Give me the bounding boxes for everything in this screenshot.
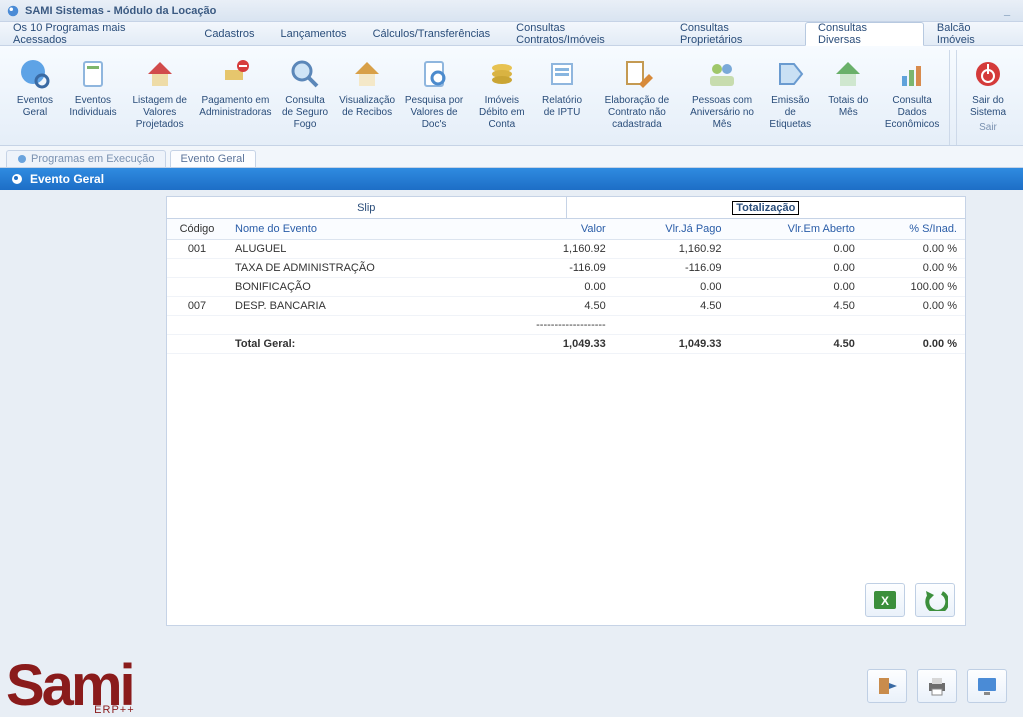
result-panel: Slip Totalização Código Nome do Evento V… <box>166 196 966 626</box>
col-valor[interactable]: Valor <box>477 219 614 240</box>
ribbon-pesquisa-valores[interactable]: Pesquisa por Valores de Doc's <box>398 52 471 143</box>
money-stack-icon <box>484 56 520 92</box>
document-tabs: Programas em Execução Evento Geral <box>0 146 1023 168</box>
titlebar: SAMI Sistemas - Módulo da Locação _ <box>0 0 1023 22</box>
ribbon-seguro-fogo[interactable]: Consulta de Seguro Fogo <box>273 52 336 143</box>
globe-search-icon <box>17 56 53 92</box>
document-pencil-icon <box>619 56 655 92</box>
ribbon-exit-caption: Sair <box>975 121 1001 134</box>
table-row[interactable]: 007 DESP. BANCARIA 4.50 4.50 4.50 0.00 % <box>167 297 965 316</box>
col-inad[interactable]: % S/Inad. <box>863 219 965 240</box>
tag-icon <box>772 56 808 92</box>
ribbon-etiquetas[interactable]: Emissão de Etiquetas <box>761 52 819 143</box>
people-icon <box>704 56 740 92</box>
magnifier-icon <box>287 56 323 92</box>
excel-icon: X <box>872 589 898 611</box>
exit-button[interactable] <box>867 669 907 703</box>
ribbon-listagem-valores[interactable]: Listagem de Valores Projetados <box>122 52 197 143</box>
brand-logo: Sami ERP++ <box>6 663 133 709</box>
house-coins-icon <box>830 56 866 92</box>
report-icon <box>544 56 580 92</box>
svg-text:X: X <box>881 594 889 608</box>
child-window-header: Evento Geral <box>0 168 1023 190</box>
ribbon-imoveis-debito[interactable]: Imóveis Débito em Conta <box>471 52 533 143</box>
house-document-icon <box>349 56 385 92</box>
child-window-title: Evento Geral <box>30 172 104 186</box>
document-search-icon <box>416 56 452 92</box>
col-nome[interactable]: Nome do Evento <box>227 219 477 240</box>
dot-icon <box>17 154 27 164</box>
ribbon: Eventos Geral Eventos Individuais Listag… <box>0 46 1023 146</box>
house-star-icon <box>142 56 178 92</box>
door-exit-icon <box>875 675 899 697</box>
back-arrow-icon <box>922 589 948 611</box>
ribbon-recibos[interactable]: Visualização de Recibos <box>337 52 398 143</box>
menu-diversas[interactable]: Consultas Diversas <box>805 22 924 46</box>
child-header-icon <box>10 172 24 186</box>
ribbon-sair[interactable]: Sair do Sistema <box>959 52 1017 121</box>
ribbon-elaboracao-contrato[interactable]: Elaboração de Contrato não cadastrada <box>591 52 683 143</box>
ribbon-pagamento[interactable]: Pagamento em Administradoras <box>197 52 273 143</box>
doc-tab-evento-geral[interactable]: Evento Geral <box>170 150 256 167</box>
tab-slip[interactable]: Slip <box>167 197 567 218</box>
menu-contratos[interactable]: Consultas Contratos/Imóveis <box>503 22 667 45</box>
ribbon-eventos-individuais[interactable]: Eventos Individuais <box>64 52 122 143</box>
ribbon-dados-economicos[interactable]: Consulta Dados Econômicos <box>877 52 947 143</box>
grid-header-row: Código Nome do Evento Valor Vlr.Já Pago … <box>167 219 965 240</box>
menu-proprietarios[interactable]: Consultas Proprietários <box>667 22 805 45</box>
back-button[interactable] <box>915 583 955 617</box>
menu-calculos[interactable]: Cálculos/Transferências <box>360 22 504 45</box>
data-grid: Código Nome do Evento Valor Vlr.Já Pago … <box>167 219 965 354</box>
menu-cadastros[interactable]: Cadastros <box>191 22 267 45</box>
screen-button[interactable] <box>967 669 1007 703</box>
ribbon-iptu[interactable]: Relatório de IPTU <box>533 52 591 143</box>
power-icon <box>970 56 1006 92</box>
monitor-icon <box>975 675 999 697</box>
menubar: Os 10 Programas mais Acessados Cadastros… <box>0 22 1023 46</box>
chart-icon <box>894 56 930 92</box>
menu-lancamentos[interactable]: Lançamentos <box>268 22 360 45</box>
print-button[interactable] <box>917 669 957 703</box>
doc-tab-programas[interactable]: Programas em Execução <box>6 150 166 167</box>
footer-buttons <box>867 669 1007 703</box>
panel-actions: X <box>865 583 955 617</box>
col-aberto[interactable]: Vlr.Em Aberto <box>730 219 863 240</box>
ribbon-aniversario[interactable]: Pessoas com Aniversário no Mês <box>683 52 761 143</box>
separator-row: ------------------- <box>167 316 965 335</box>
ribbon-group-main: Eventos Geral Eventos Individuais Listag… <box>4 50 950 145</box>
printer-icon <box>925 675 949 697</box>
tab-totalizacao[interactable]: Totalização <box>567 197 966 218</box>
table-row[interactable]: TAXA DE ADMINISTRAÇÃO -116.09 -116.09 0.… <box>167 259 965 278</box>
minimize-button[interactable]: _ <box>997 5 1017 17</box>
col-pago[interactable]: Vlr.Já Pago <box>614 219 730 240</box>
export-excel-button[interactable]: X <box>865 583 905 617</box>
brand-sub: ERP++ <box>94 706 134 715</box>
document-icon <box>75 56 111 92</box>
table-row[interactable]: 001 ALUGUEL 1,160.92 1,160.92 0.00 0.00 … <box>167 240 965 259</box>
menu-programas[interactable]: Os 10 Programas mais Acessados <box>0 22 191 45</box>
menu-balcao[interactable]: Balcão Imóveis <box>924 22 1023 45</box>
ribbon-eventos-geral[interactable]: Eventos Geral <box>6 52 64 143</box>
ribbon-totais-mes[interactable]: Totais do Mês <box>819 52 877 143</box>
table-row[interactable]: BONIFICAÇÃO 0.00 0.00 0.00 100.00 % <box>167 278 965 297</box>
col-codigo[interactable]: Código <box>167 219 227 240</box>
ribbon-group-exit: Sair do Sistema Sair <box>956 50 1019 145</box>
app-icon <box>6 4 20 18</box>
inner-tabs: Slip Totalização <box>167 197 965 219</box>
workspace: Slip Totalização Código Nome do Evento V… <box>0 190 1023 717</box>
window-title: SAMI Sistemas - Módulo da Locação <box>25 5 216 17</box>
cart-minus-icon <box>217 56 253 92</box>
total-row: Total Geral: 1,049.33 1,049.33 4.50 0.00… <box>167 335 965 354</box>
